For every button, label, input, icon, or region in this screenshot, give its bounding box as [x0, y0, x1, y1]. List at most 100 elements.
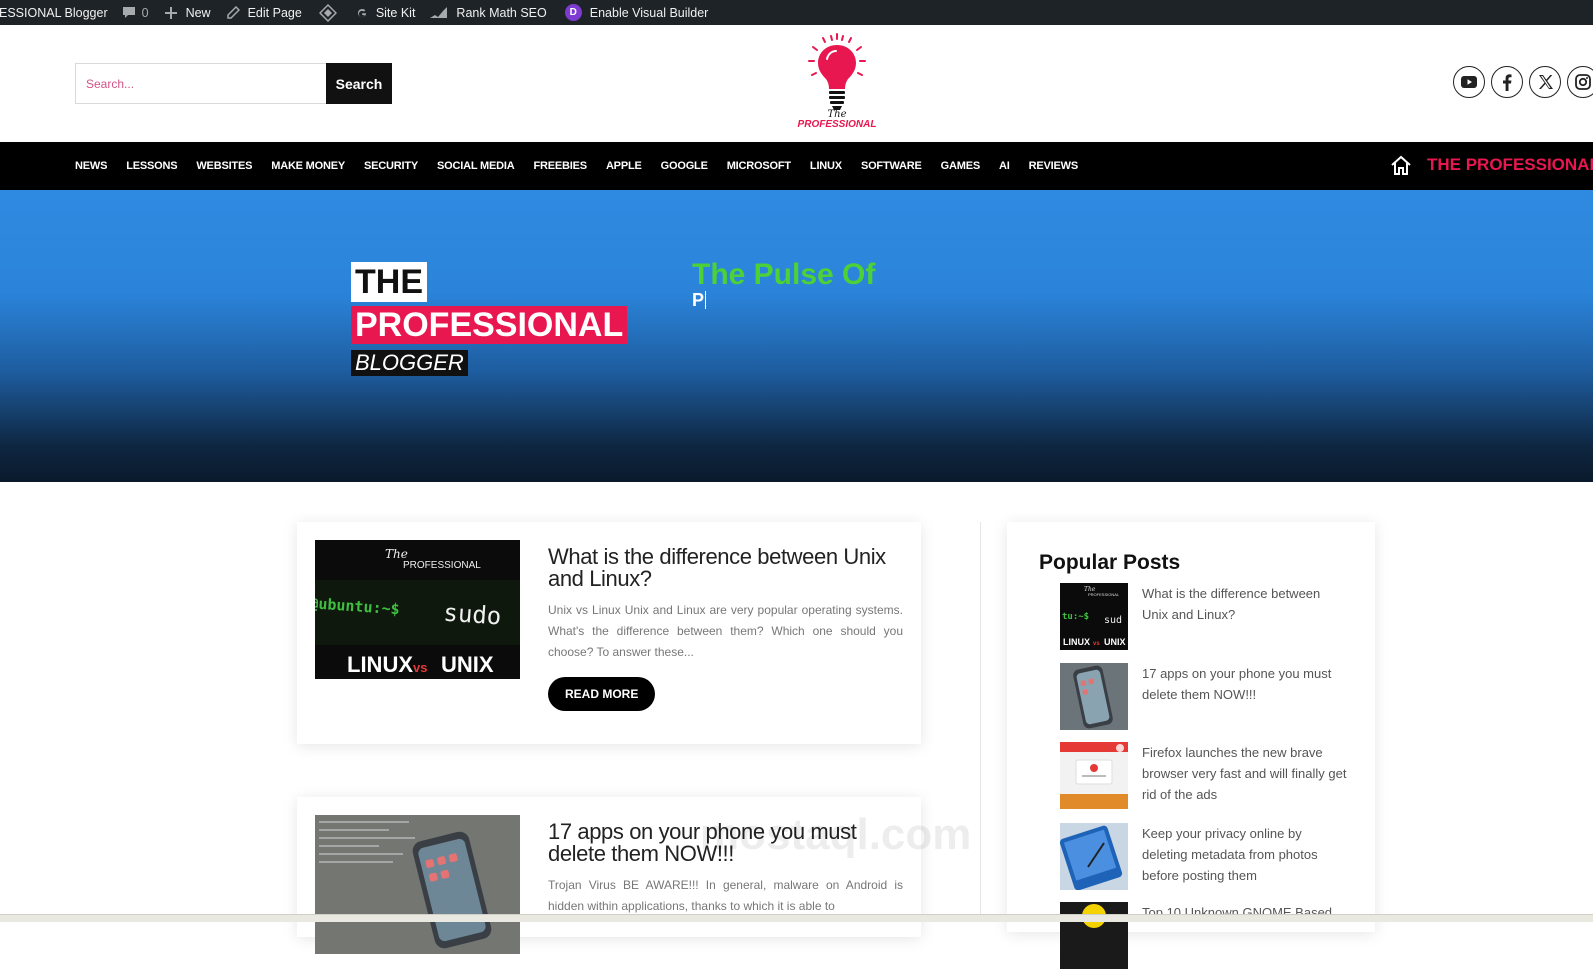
content-divider: [980, 522, 981, 922]
admin-site-kit[interactable]: Site Kit: [355, 0, 416, 25]
pp-thumb-prompt: tu:~$: [1062, 612, 1089, 622]
thumb-vs: vs: [413, 660, 427, 675]
post-title[interactable]: 17 apps on your phone you must delete th…: [548, 821, 903, 865]
admin-visual-builder-label: Enable Visual Builder: [589, 5, 709, 20]
nav-item-security[interactable]: SECURITY: [364, 160, 418, 172]
hero-typed-text: P: [692, 290, 707, 311]
nav-menu: NEWS LESSONS WEBSITES MAKE MONEY SECURIT…: [75, 142, 1097, 190]
admin-visual-builder[interactable]: D Enable Visual Builder: [564, 0, 709, 25]
pp-thumb-vs: vs: [1093, 641, 1100, 647]
main-nav: NEWS LESSONS WEBSITES MAKE MONEY SECURIT…: [0, 142, 1593, 190]
admin-edit-page-label: Edit Page: [247, 5, 302, 20]
popular-post-item[interactable]: Firefox launches the new brave browser v…: [1060, 742, 1347, 809]
post-excerpt: Unix vs Linux Unix and Linux are very po…: [548, 603, 903, 659]
popular-post-title[interactable]: Keep your privacy online by deleting met…: [1142, 823, 1347, 890]
thumb-script: The: [385, 547, 408, 561]
admin-new[interactable]: New: [164, 0, 211, 25]
search-input[interactable]: [75, 63, 326, 104]
popular-post-thumbnail[interactable]: [1060, 902, 1128, 969]
admin-site-name[interactable]: ESSIONAL Blogger: [0, 0, 108, 25]
nav-brand[interactable]: THE PROFESSIONAL: [1427, 155, 1593, 175]
youtube-icon[interactable]: [1453, 66, 1485, 98]
pp-thumb-cmd: sud: [1104, 615, 1122, 626]
read-more-button[interactable]: READ MORE: [548, 677, 656, 711]
lightbulb-logo-icon: The PROFESSIONAL: [798, 33, 877, 130]
admin-site-kit-label: Site Kit: [375, 5, 416, 20]
site-logo[interactable]: The PROFESSIONAL: [787, 31, 887, 133]
admin-comments[interactable]: 0: [122, 0, 149, 25]
thumb-brand: PROFESSIONAL: [403, 560, 481, 571]
thumb-cmd: sudo: [443, 599, 503, 631]
nav-item-lessons[interactable]: LESSONS: [126, 160, 177, 172]
popular-post-item[interactable]: 17 apps on your phone you must delete th…: [1060, 663, 1347, 730]
thumb-left: LINUX: [347, 652, 413, 677]
diamond-icon: [318, 3, 337, 22]
post-body: 17 apps on your phone you must delete th…: [548, 821, 903, 917]
pencil-icon: [226, 6, 240, 19]
home-icon[interactable]: [1390, 155, 1412, 181]
nav-item-make-money[interactable]: MAKE MONEY: [271, 160, 345, 172]
admin-new-label: New: [185, 5, 211, 20]
logo-text: PROFESSIONAL: [798, 119, 877, 130]
admin-diamond[interactable]: [318, 0, 337, 25]
post-thumbnail[interactable]: [315, 815, 520, 954]
nav-item-linux[interactable]: LINUX: [810, 160, 842, 172]
hero-title-line2: PROFESSIONAL: [351, 306, 628, 344]
site-header: Search The PROFESSION: [0, 25, 1593, 142]
admin-edit-page[interactable]: Edit Page: [226, 0, 302, 25]
google-g-icon: [355, 6, 369, 20]
nav-item-reviews[interactable]: REVIEWS: [1029, 160, 1079, 172]
rank-math-icon: [429, 6, 448, 19]
search-button[interactable]: Search: [326, 63, 392, 104]
pp-thumb-brand: PROFESSIONAL: [1088, 592, 1120, 597]
divi-badge: D: [569, 7, 577, 18]
plus-icon: [164, 6, 177, 19]
admin-rank-math[interactable]: Rank Math SEO: [429, 0, 547, 25]
popular-post-thumbnail[interactable]: [1060, 663, 1128, 730]
hero-title-line1: THE: [351, 262, 427, 302]
social-links: [1453, 66, 1593, 98]
popular-post-thumbnail[interactable]: [1060, 823, 1128, 890]
hero-tagline: The Pulse Of: [692, 258, 876, 291]
popular-post-item[interactable]: Top 10 Unknown GNOME Based: [1060, 902, 1347, 969]
bottom-strip: [0, 914, 1593, 922]
admin-bar: ESSIONAL Blogger 0 New Edit Page Site Ki…: [0, 0, 1593, 25]
popular-post-item[interactable]: The PROFESSIONAL tu:~$ sud LINUX vs UNIX…: [1060, 583, 1347, 650]
admin-rank-math-label: Rank Math SEO: [456, 5, 547, 20]
popular-post-title[interactable]: Firefox launches the new brave browser v…: [1142, 742, 1347, 809]
comments-count: 0: [141, 5, 149, 20]
popular-post-thumbnail[interactable]: The PROFESSIONAL tu:~$ sud LINUX vs UNIX: [1060, 583, 1128, 650]
pp-thumb-left: LINUX: [1063, 637, 1090, 647]
post-thumbnail[interactable]: The PROFESSIONAL @ubuntu:~$ sudo LINUX v…: [315, 540, 520, 679]
search-form: Search: [75, 63, 392, 104]
x-icon[interactable]: [1529, 66, 1561, 98]
popular-post-title[interactable]: 17 apps on your phone you must delete th…: [1142, 663, 1347, 730]
popular-post-title[interactable]: What is the difference between Unix and …: [1142, 583, 1347, 650]
nav-item-news[interactable]: NEWS: [75, 160, 107, 172]
popular-post-thumbnail[interactable]: [1060, 742, 1128, 809]
hero-title-line3: BLOGGER: [351, 350, 468, 376]
nav-item-freebies[interactable]: FREEBIES: [534, 160, 588, 172]
nav-item-social-media[interactable]: SOCIAL MEDIA: [437, 160, 515, 172]
nav-item-apple[interactable]: APPLE: [606, 160, 642, 172]
typing-caret: [705, 291, 707, 309]
nav-item-microsoft[interactable]: MICROSOFT: [727, 160, 791, 172]
post-excerpt: Trojan Virus BE AWARE!!! In general, mal…: [548, 878, 903, 913]
popular-post-title[interactable]: Top 10 Unknown GNOME Based: [1142, 902, 1347, 969]
nav-item-software[interactable]: SOFTWARE: [861, 160, 922, 172]
sidebar-title: Popular Posts: [1039, 551, 1181, 574]
popular-posts-widget: Popular Posts The PROFESSIONAL tu:~$ sud…: [1007, 522, 1375, 969]
post-title[interactable]: What is the difference between Unix and …: [548, 546, 903, 590]
thumb-right: UNIX: [441, 652, 494, 677]
popular-post-item[interactable]: Keep your privacy online by deleting met…: [1060, 823, 1347, 890]
post-body: What is the difference between Unix and …: [548, 546, 903, 711]
comment-icon: [122, 6, 136, 19]
nav-item-google[interactable]: GOOGLE: [661, 160, 708, 172]
nav-item-games[interactable]: GAMES: [941, 160, 981, 172]
nav-item-websites[interactable]: WEBSITES: [196, 160, 252, 172]
nav-item-ai[interactable]: AI: [999, 160, 1010, 172]
facebook-icon[interactable]: [1491, 66, 1523, 98]
pp-thumb-right: UNIX: [1104, 637, 1126, 647]
instagram-icon[interactable]: [1567, 66, 1593, 98]
hero-typed-value: P: [692, 290, 705, 310]
